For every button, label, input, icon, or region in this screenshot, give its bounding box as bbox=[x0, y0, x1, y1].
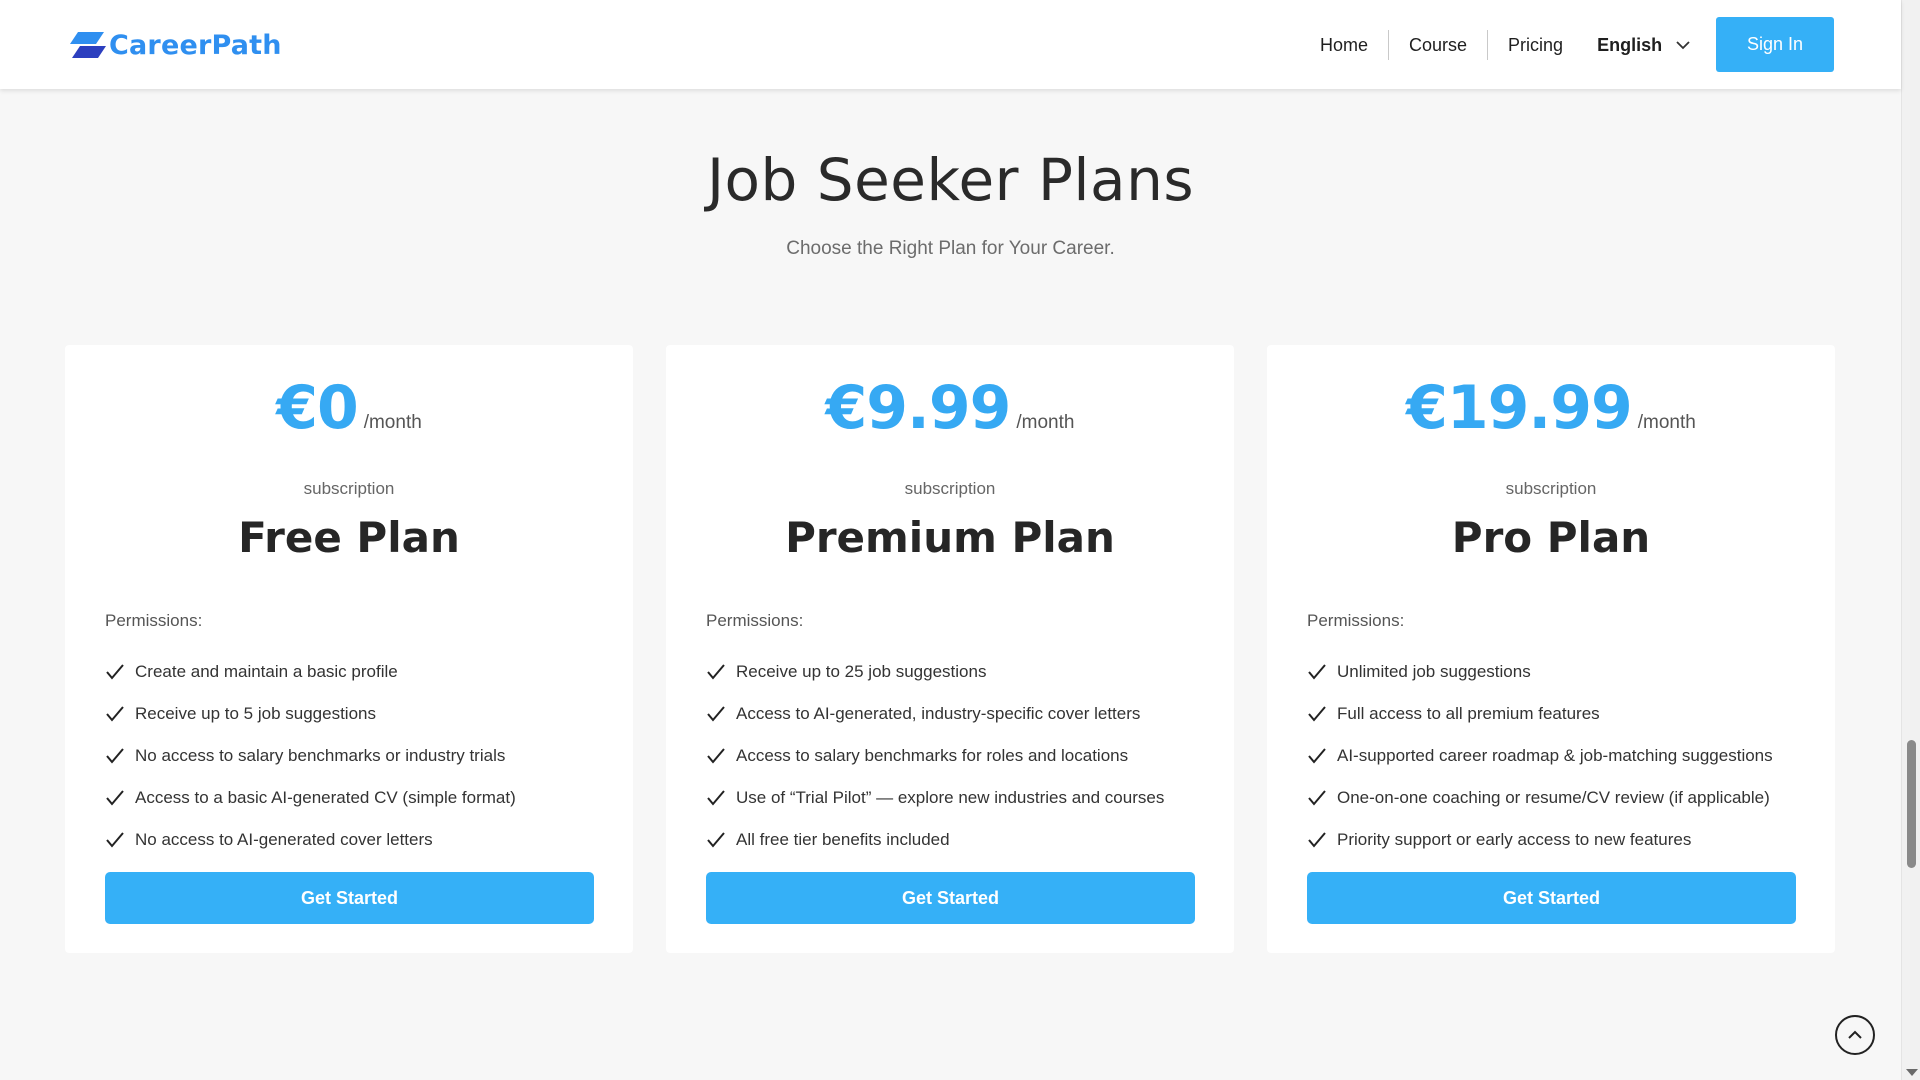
feature-text: One-on-one coaching or resume/CV review … bbox=[1337, 788, 1770, 807]
feature-text: Receive up to 25 job suggestions bbox=[736, 662, 987, 681]
feature-text: Access to a basic AI-generated CV (simpl… bbox=[135, 788, 516, 807]
feature-item: Receive up to 25 job suggestions bbox=[706, 651, 1206, 693]
check-icon bbox=[1308, 664, 1326, 680]
feature-list: Create and maintain a basic profile Rece… bbox=[105, 651, 605, 861]
plan-type-label: subscription bbox=[1505, 479, 1597, 498]
plan-name: Premium Plan bbox=[785, 513, 1115, 562]
check-icon bbox=[707, 832, 725, 848]
nav-pricing[interactable]: Pricing bbox=[1488, 28, 1583, 62]
brand-name: CareerPath bbox=[109, 29, 282, 61]
get-started-button[interactable]: Get Started bbox=[706, 872, 1195, 924]
check-icon bbox=[106, 832, 124, 848]
brand-logo[interactable]: CareerPath bbox=[70, 26, 282, 64]
chevron-down-icon bbox=[1676, 41, 1690, 50]
check-icon bbox=[707, 664, 725, 680]
main-nav: Home Course Pricing English bbox=[1300, 28, 1690, 62]
feature-list: Unlimited job suggestions Full access to… bbox=[1307, 651, 1807, 861]
price-period: /month bbox=[1637, 412, 1696, 433]
nav-home[interactable]: Home bbox=[1300, 28, 1388, 62]
feature-text: Priority support or early access to new … bbox=[1337, 830, 1692, 849]
feature-item: AI-supported career roadmap & job-matchi… bbox=[1307, 735, 1807, 777]
back-to-top-button[interactable] bbox=[1835, 1015, 1875, 1055]
check-icon bbox=[707, 706, 725, 722]
feature-text: AI-supported career roadmap & job-matchi… bbox=[1337, 746, 1773, 765]
feature-list: Receive up to 25 job suggestions Access … bbox=[706, 651, 1206, 861]
check-icon bbox=[1308, 748, 1326, 764]
feature-item: Full access to all premium features bbox=[1307, 693, 1807, 735]
plan-name: Pro Plan bbox=[1451, 513, 1651, 562]
sign-in-button[interactable]: Sign In bbox=[1716, 17, 1834, 72]
language-selector[interactable]: English bbox=[1597, 35, 1690, 56]
get-started-button[interactable]: Get Started bbox=[105, 872, 594, 924]
plan-price: €19.99 bbox=[1406, 373, 1633, 443]
feature-text: No access to AI-generated cover letters bbox=[135, 830, 433, 849]
feature-text: No access to salary benchmarks or indust… bbox=[135, 746, 506, 765]
check-icon bbox=[106, 706, 124, 722]
careerpath-logo-icon bbox=[70, 32, 106, 58]
check-icon bbox=[1308, 790, 1326, 806]
page-scrollbar[interactable] bbox=[1901, 0, 1920, 1080]
get-started-button[interactable]: Get Started bbox=[1307, 872, 1796, 924]
check-icon bbox=[1308, 706, 1326, 722]
feature-item: Access to a basic AI-generated CV (simpl… bbox=[105, 777, 605, 819]
check-icon bbox=[707, 748, 725, 764]
price-period: /month bbox=[363, 412, 422, 433]
permissions-label: Permissions: bbox=[105, 611, 203, 630]
feature-item: One-on-one coaching or resume/CV review … bbox=[1307, 777, 1807, 819]
feature-item: No access to salary benchmarks or indust… bbox=[105, 735, 605, 777]
nav-course[interactable]: Course bbox=[1389, 28, 1487, 62]
price-row: €19.99 /month bbox=[1267, 373, 1835, 443]
plan-price: €0 bbox=[276, 373, 358, 443]
check-icon bbox=[106, 790, 124, 806]
feature-item: Unlimited job suggestions bbox=[1307, 651, 1807, 693]
feature-item: All free tier benefits included bbox=[706, 819, 1206, 861]
feature-text: Access to salary benchmarks for roles an… bbox=[736, 746, 1129, 765]
feature-text: Full access to all premium features bbox=[1337, 704, 1600, 723]
plan-card-pro: €19.99 /month subscription Pro Plan Perm… bbox=[1267, 345, 1835, 953]
plan-price: €9.99 bbox=[825, 373, 1012, 443]
check-icon bbox=[707, 790, 725, 806]
page-subtitle: Choose the Right Plan for Your Career. bbox=[786, 238, 1115, 259]
scrollbar-thumb[interactable] bbox=[1907, 740, 1916, 868]
plan-card-premium: €9.99 /month subscription Premium Plan P… bbox=[666, 345, 1234, 953]
feature-item: Access to salary benchmarks for roles an… bbox=[706, 735, 1206, 777]
feature-item: Receive up to 5 job suggestions bbox=[105, 693, 605, 735]
check-icon bbox=[106, 664, 124, 680]
plan-name: Free Plan bbox=[238, 513, 460, 562]
check-icon bbox=[106, 748, 124, 764]
feature-text: Unlimited job suggestions bbox=[1337, 662, 1531, 681]
feature-item: Use of “Trial Pilot” — explore new indus… bbox=[706, 777, 1206, 819]
plan-card-free: €0 /month subscription Free Plan Permiss… bbox=[65, 345, 633, 953]
price-row: €0 /month bbox=[65, 373, 633, 443]
check-icon bbox=[1308, 832, 1326, 848]
feature-text: Create and maintain a basic profile bbox=[135, 662, 398, 681]
plan-type-label: subscription bbox=[904, 479, 996, 498]
chevron-up-icon bbox=[1848, 1030, 1862, 1039]
language-label: English bbox=[1597, 34, 1663, 55]
page-title: Job Seeker Plans bbox=[706, 146, 1195, 214]
feature-item: No access to AI-generated cover letters bbox=[105, 819, 605, 861]
feature-item: Access to AI-generated, industry-specifi… bbox=[706, 693, 1206, 735]
feature-text: Use of “Trial Pilot” — explore new indus… bbox=[736, 788, 1165, 807]
feature-item: Create and maintain a basic profile bbox=[105, 651, 605, 693]
feature-text: Access to AI-generated, industry-specifi… bbox=[736, 704, 1141, 723]
price-row: €9.99 /month bbox=[666, 373, 1234, 443]
permissions-label: Permissions: bbox=[706, 611, 804, 630]
site-header: CareerPath Home Course Pricing English S… bbox=[0, 0, 1901, 89]
price-period: /month bbox=[1016, 412, 1075, 433]
scroll-down-arrow-icon[interactable] bbox=[1906, 1069, 1918, 1076]
permissions-label: Permissions: bbox=[1307, 611, 1405, 630]
feature-text: Receive up to 5 job suggestions bbox=[135, 704, 376, 723]
feature-text: All free tier benefits included bbox=[736, 830, 950, 849]
feature-item: Priority support or early access to new … bbox=[1307, 819, 1807, 861]
plan-type-label: subscription bbox=[303, 479, 395, 498]
